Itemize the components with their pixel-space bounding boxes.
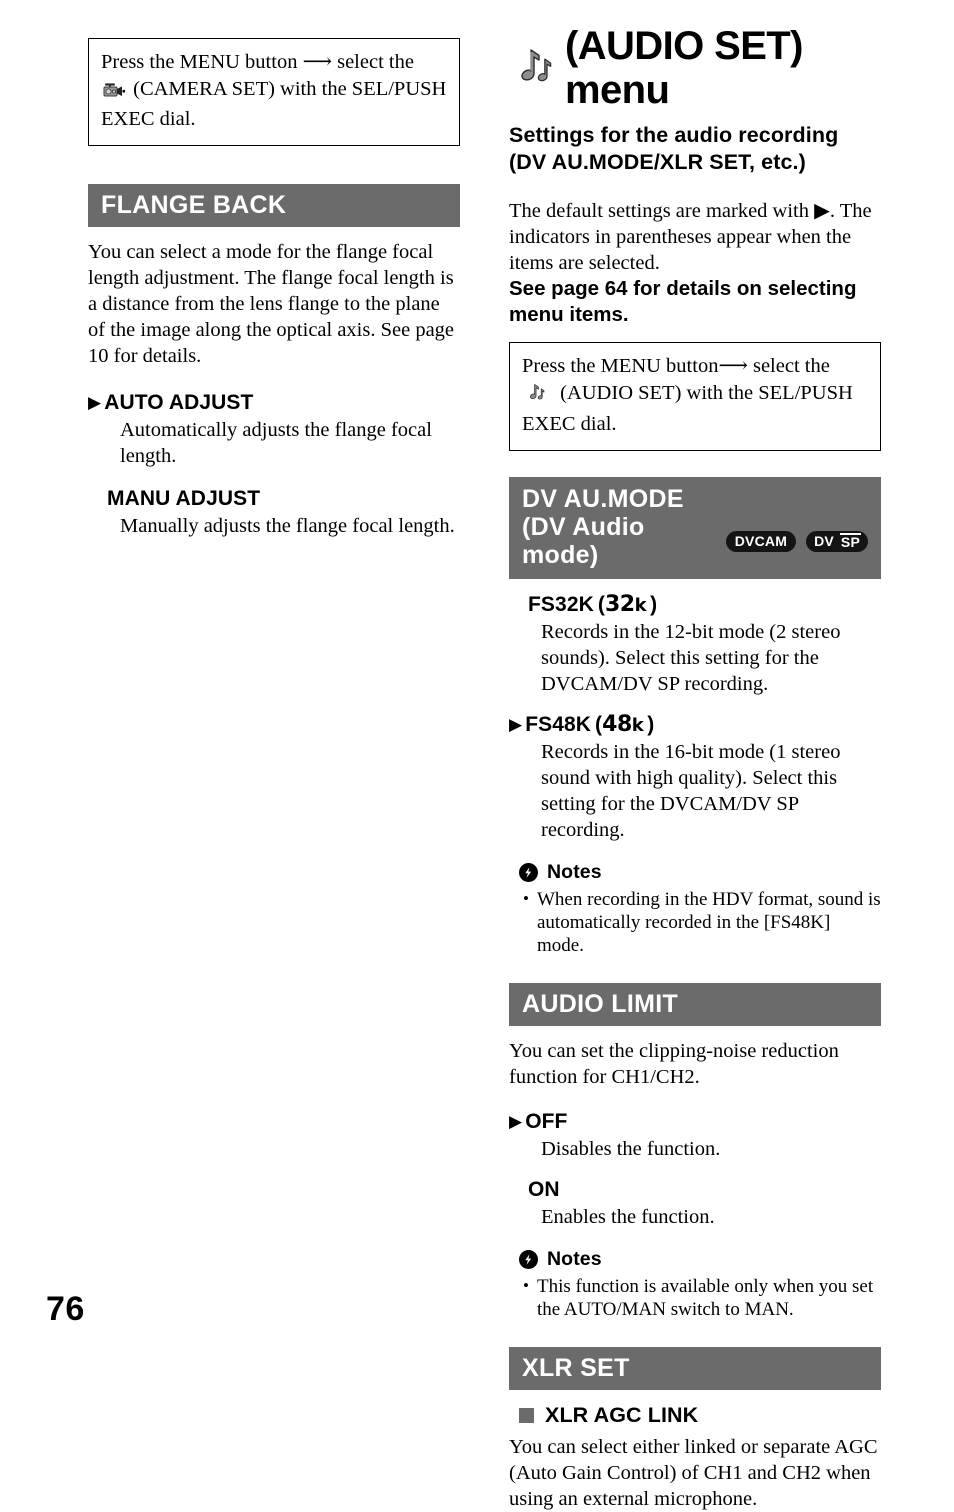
option-off-desc: Disables the function. xyxy=(541,1138,721,1160)
notes-list: This function is available only when you… xyxy=(509,1274,881,1321)
instruction-line-1: Press the MENU button⟶ select the xyxy=(522,353,868,380)
camera-set-instruction-box: Press the MENU button ⟶ select the (CAME… xyxy=(88,38,460,146)
section-title: XLR SET xyxy=(522,1354,630,1382)
indicator-unit: k xyxy=(634,595,647,616)
double-music-note-icon xyxy=(522,384,557,408)
dv-badge-text: DV xyxy=(814,533,834,549)
default-marker-icon: ▶ xyxy=(509,1112,523,1131)
option-fs48k-head: ▶ FS48K ( 48k ) xyxy=(509,712,881,737)
flange-back-body: You can select a mode for the flange foc… xyxy=(88,241,455,367)
indicator-paren-open: ( xyxy=(597,593,605,616)
instruction-line-2: (AUDIO SET) with the SEL/PUSH xyxy=(522,380,868,411)
indicator-paren-open: ( xyxy=(595,713,603,736)
notes-block-dv-au-mode: Notes When recording in the HDV format, … xyxy=(509,861,881,957)
option-on-head: ON xyxy=(509,1178,881,1202)
square-bullet-icon xyxy=(519,1408,534,1423)
option-fs48k: ▶ FS48K ( 48k ) Records in the 16-bit mo… xyxy=(509,712,881,843)
option-auto-adjust-desc: Automatically adjusts the flange focal l… xyxy=(120,419,432,467)
page-subtitle: Settings for the audio recording (DV AU.… xyxy=(509,123,839,174)
instruction-line-2: (CAMERA SET) with the SEL/PUSH xyxy=(101,76,447,106)
instruction-text-after: select the xyxy=(337,51,414,73)
option-manu-adjust: MANU ADJUST Manually adjusts the flange … xyxy=(88,487,460,539)
section-bar-dv-au-mode: DV AU.MODE (DV Audio mode) DVCAM DV SP xyxy=(509,477,881,579)
option-on-desc: Enables the function. xyxy=(541,1206,715,1228)
arrow-icon: ⟶ xyxy=(718,355,748,377)
option-fs48k-desc: Records in the 16-bit mode (1 stereo sou… xyxy=(541,741,841,841)
notes-header: Notes xyxy=(519,861,881,884)
note-lightning-icon xyxy=(519,1250,538,1269)
page-title-text: (AUDIO SET) menu xyxy=(565,24,803,112)
notes-block-audio-limit: Notes This function is available only wh… xyxy=(509,1248,881,1321)
option-off-head: ▶ OFF xyxy=(509,1110,881,1134)
page-number: 76 xyxy=(46,1290,85,1328)
option-label: FS32K xyxy=(528,593,594,616)
indicator-value: 48k xyxy=(602,712,644,737)
section-title-line1: DV AU.MODE xyxy=(522,485,684,513)
instruction-line-2-text: (CAMERA SET) with the SEL/PUSH xyxy=(133,78,447,100)
notes-label: Notes xyxy=(547,861,602,883)
indicator-number: 32 xyxy=(604,592,635,617)
option-fs32k-head: FS32K ( 32k ) xyxy=(509,592,881,617)
option-label: ON xyxy=(528,1178,560,1201)
instruction-text-before: Press the MENU button xyxy=(522,355,719,377)
indicator-paren-close: ) xyxy=(647,713,655,736)
indicator-paren-close: ) xyxy=(650,593,658,616)
arrow-icon: ⟶ xyxy=(297,51,338,73)
dv-sp-badge: DV SP xyxy=(806,530,868,552)
left-column: Press the MENU button ⟶ select the (CAME… xyxy=(88,38,460,539)
note-item: When recording in the HDV format, sound … xyxy=(523,887,881,957)
section-bar-audio-limit: AUDIO LIMIT xyxy=(509,983,881,1026)
option-fs32k: FS32K ( 32k ) Records in the 12-bit mode… xyxy=(509,592,881,697)
note-item: This function is available only when you… xyxy=(523,1274,881,1321)
option-label: OFF xyxy=(525,1110,568,1133)
option-on: ON Enables the function. xyxy=(509,1178,881,1230)
note-lightning-icon xyxy=(519,863,538,882)
instruction-text-after: select the xyxy=(747,355,830,377)
option-manu-adjust-head: MANU ADJUST xyxy=(88,487,460,511)
section-title-line2-row: (DV Audio mode) DVCAM DV SP xyxy=(522,513,868,569)
option-label: MANU ADJUST xyxy=(107,487,261,510)
page-title: (AUDIO SET) menu xyxy=(509,24,881,112)
sub-item-xlr-agc-link: XLR AGC LINK xyxy=(519,1403,881,1428)
lead-paragraph: The default settings are marked with ▶. … xyxy=(509,200,872,274)
option-auto-adjust-head: ▶ AUTO ADJUST xyxy=(88,391,460,415)
notes-label: Notes xyxy=(547,1248,602,1270)
option-auto-adjust: ▶ AUTO ADJUST Automatically adjusts the … xyxy=(88,391,460,469)
instruction-line-1: Press the MENU button ⟶ select the xyxy=(101,49,447,76)
option-manu-adjust-desc: Manually adjusts the flange focal length… xyxy=(120,515,455,537)
notes-list: When recording in the HDV format, sound … xyxy=(509,887,881,957)
section-bar-xlr-set: XLR SET xyxy=(509,1347,881,1390)
double-music-note-icon xyxy=(509,47,563,89)
audio-limit-body: You can set the clipping-noise reduction… xyxy=(509,1040,839,1088)
section-bar-flange-back: FLANGE BACK xyxy=(88,184,460,227)
see-page-note: See page 64 for details on selecting men… xyxy=(509,277,857,326)
indicator-value: 32k xyxy=(604,592,647,617)
section-title: FLANGE BACK xyxy=(101,191,287,219)
instruction-line-3: EXEC dial. xyxy=(522,413,617,435)
sp-badge-text: SP xyxy=(839,533,862,550)
option-label: FS48K xyxy=(525,713,592,736)
indicator-unit: k xyxy=(631,715,644,736)
option-label: AUTO ADJUST xyxy=(104,391,254,414)
instruction-line-3: EXEC dial. xyxy=(101,108,196,130)
option-fs32k-desc: Records in the 12-bit mode (2 stereo sou… xyxy=(541,621,841,695)
option-off: ▶ OFF Disables the function. xyxy=(509,1110,881,1162)
instruction-text-before: Press the MENU button xyxy=(101,51,298,73)
xlr-set-body: You can select either linked or separate… xyxy=(509,1436,878,1510)
notes-header: Notes xyxy=(519,1248,881,1271)
default-marker-icon: ▶ xyxy=(509,715,523,734)
camcorder-icon xyxy=(101,81,132,103)
manual-page: Press the MENU button ⟶ select the (CAME… xyxy=(0,0,954,1510)
dvcam-badge: DVCAM xyxy=(725,530,797,552)
section-title-line2: (DV Audio mode) xyxy=(522,513,645,569)
instruction-line-2-text: (AUDIO SET) with the SEL/PUSH xyxy=(560,382,853,404)
sub-item-label: XLR AGC LINK xyxy=(545,1403,699,1427)
section-title: AUDIO LIMIT xyxy=(522,990,679,1018)
default-marker-icon: ▶ xyxy=(88,393,102,412)
audio-set-instruction-box: Press the MENU button⟶ select the (AUDIO… xyxy=(509,342,881,451)
right-column: (AUDIO SET) menu Settings for the audio … xyxy=(509,24,881,1512)
indicator-number: 48 xyxy=(602,712,632,737)
